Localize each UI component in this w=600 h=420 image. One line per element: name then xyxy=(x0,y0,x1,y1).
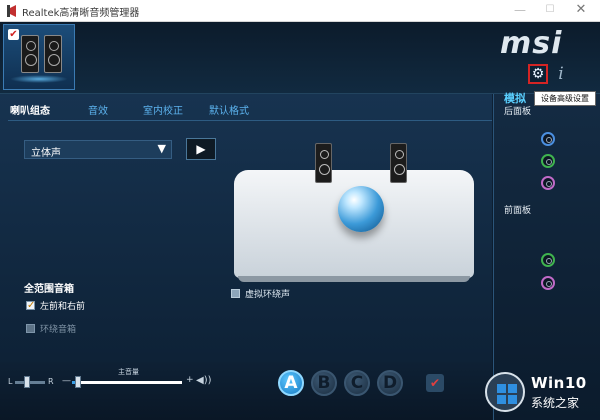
front-headphone-jack-icon[interactable] xyxy=(541,253,555,267)
tab-speaker-config[interactable]: 喇叭组态 xyxy=(10,102,50,117)
surround-speakers-label: 环绕音箱 xyxy=(40,325,77,335)
front-panel-label: 前面板 xyxy=(504,206,532,216)
advanced-settings-tooltip: 设备高级设置 xyxy=(534,91,596,106)
volume-slider-track[interactable] xyxy=(72,381,182,384)
back-panel-label: 后面板 xyxy=(504,107,532,117)
tab-default-format[interactable]: 默认格式 xyxy=(209,102,249,117)
bottom-bar xyxy=(0,362,492,420)
play-test-button[interactable]: ▶ xyxy=(186,138,216,160)
profile-b-button[interactable]: B xyxy=(311,370,337,396)
listener-globe-icon xyxy=(338,186,384,232)
virtual-surround-checkbox[interactable] xyxy=(231,289,240,298)
tab-divider xyxy=(8,120,492,121)
balance-slider-track[interactable] xyxy=(15,381,45,384)
full-range-speakers-heading: 全范围音箱 xyxy=(24,284,74,295)
volume-min-icon: — xyxy=(62,376,71,386)
volume-slider-thumb[interactable] xyxy=(75,376,81,388)
speaker-right-icon xyxy=(44,35,62,73)
watermark-site: 系统之家 xyxy=(531,396,580,410)
confirm-check-icon[interactable]: ✔ xyxy=(426,374,444,392)
speaker-left-icon xyxy=(21,35,39,73)
maximize-button[interactable]: ☐ xyxy=(537,3,563,18)
speaker-device-tile[interactable]: ✔ xyxy=(3,24,75,90)
tab-room-correction[interactable]: 室内校正 xyxy=(143,102,183,117)
info-icon[interactable]: i xyxy=(554,64,568,84)
watermark-circle xyxy=(485,372,525,412)
advanced-settings-gear-icon[interactable]: ⚙ xyxy=(528,64,548,84)
surround-speakers-checkbox xyxy=(26,324,35,333)
minimize-button[interactable]: — xyxy=(507,3,533,18)
front-right-speaker-icon[interactable] xyxy=(390,143,407,183)
speaker-app-icon xyxy=(7,5,16,17)
stage-edge xyxy=(238,276,470,282)
speaker-config-dropdown[interactable]: 立体声 ▼ xyxy=(24,140,172,159)
tab-sound-effects[interactable]: 音效 xyxy=(88,102,108,117)
virtual-surround-label: 虚拟环绕声 xyxy=(245,290,291,300)
device-glow xyxy=(10,75,68,83)
windows-logo-icon xyxy=(497,384,517,404)
tab-bar: 喇叭组态 音效 室内校正 默认格式 xyxy=(0,98,492,120)
balance-left-label: L xyxy=(8,377,13,386)
front-left-speaker-icon[interactable] xyxy=(315,143,332,183)
audio-manager-window: Realtek高清晰音频管理器 — ☐ ✕ ✔ msi ⚙ i 喇叭组态 音效 … xyxy=(0,0,600,420)
close-button[interactable]: ✕ xyxy=(566,3,596,18)
back-line-in-jack-icon[interactable] xyxy=(541,132,555,146)
window-title: Realtek高清晰音频管理器 xyxy=(22,8,140,19)
volume-max-icon: + xyxy=(186,375,194,385)
main-volume-label: 主音量 xyxy=(118,368,139,376)
front-left-right-checkbox[interactable]: ✓ xyxy=(26,301,35,311)
back-line-out-jack-icon[interactable] xyxy=(541,154,555,168)
chevron-down-icon: ▼ xyxy=(157,142,166,155)
balance-right-label: R xyxy=(48,377,54,386)
front-mic-jack-icon[interactable] xyxy=(541,276,555,290)
volume-speaker-icon[interactable]: ◀)) xyxy=(196,375,212,386)
back-mic-jack-icon[interactable] xyxy=(541,176,555,190)
front-left-right-label: 左前和右前 xyxy=(40,302,86,312)
profile-c-button[interactable]: C xyxy=(344,370,370,396)
win10-watermark: Win10 系统之家 xyxy=(485,372,597,416)
profile-a-button[interactable]: A xyxy=(278,370,304,396)
watermark-brand: Win10 xyxy=(531,374,587,392)
title-bar: Realtek高清晰音频管理器 — ☐ ✕ xyxy=(0,0,600,22)
balance-slider-thumb[interactable] xyxy=(24,376,30,388)
default-device-check-icon: ✔ xyxy=(8,29,19,40)
speaker-config-value: 立体声 xyxy=(31,148,61,159)
msi-logo: msi xyxy=(500,26,563,61)
profile-d-button[interactable]: D xyxy=(377,370,403,396)
